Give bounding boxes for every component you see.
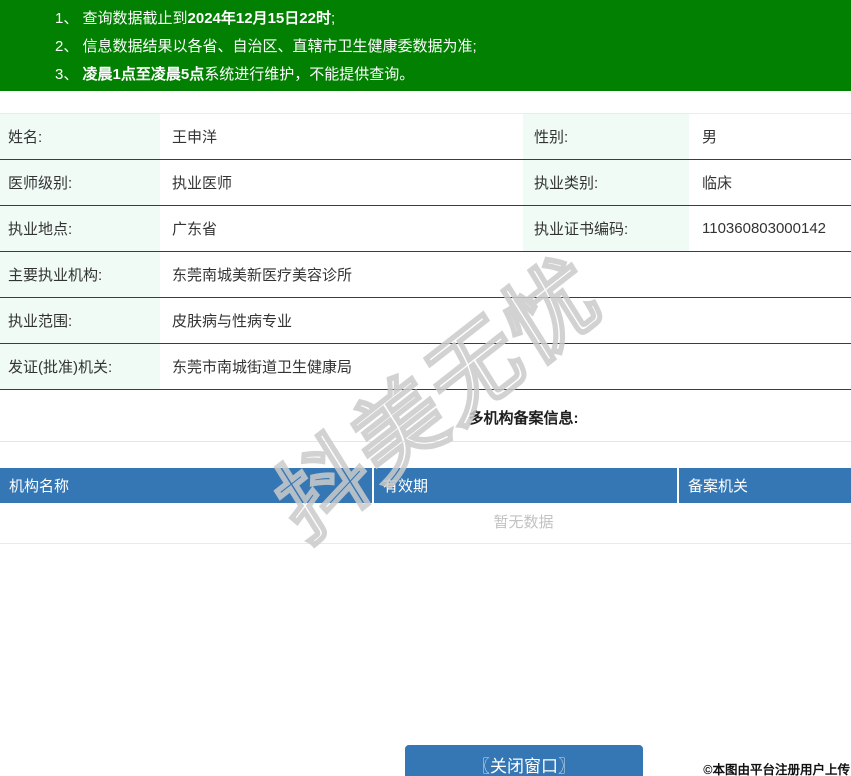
main-institution-label: 主要执业机构: [0,252,160,297]
license-query-result-page: 1、 查询数据截止到2024年12月15日22时; 2、 信息数据结果以各省、自… [0,0,851,776]
notice-2-text: 2、 信息数据结果以各省、自治区、直辖市卫生健康委数据为准; [55,38,477,55]
gender-label: 性别: [523,114,689,159]
issuing-authority-value: 东莞市南城街道卫生健康局 [172,359,353,376]
notice-1-suffix: ; [330,10,336,27]
practice-scope-label: 执业范围: [0,298,160,343]
notice-line-3: 3、 凌晨1点至凌晨5点系统进行维护，不能提供查询。 [55,61,851,89]
name-label: 姓名: [0,114,160,159]
no-data-placeholder: 暂无数据 [493,514,554,531]
column-header-institution-name: 机构名称 [9,478,70,495]
practice-category-value: 临床 [702,175,733,192]
multi-institution-heading: 多机构备案信息: [468,410,579,427]
close-window-button[interactable]: 〖关闭窗口〗 [405,745,643,776]
table-row: 医师级别: 执业医师 执业类别: 临床 [0,160,851,206]
doctor-level-label: 医师级别: [0,160,160,205]
filing-table-header: 机构名称 有效期 备案机关 [0,468,851,503]
table-row: 发证(批准)机关: 东莞市南城街道卫生健康局 [0,344,851,390]
notice-line-1: 1、 查询数据截止到2024年12月15日22时; [55,5,851,33]
notice-line-2: 2、 信息数据结果以各省、自治区、直辖市卫生健康委数据为准; [55,33,851,61]
copyright-stamp: ©本图由平台注册用户上传 [703,763,850,776]
notice-banner: 1、 查询数据截止到2024年12月15日22时; 2、 信息数据结果以各省、自… [0,0,851,91]
doctor-info-table: 姓名: 王申洋 性别: 男 医师级别: 执业医师 执业类别: 临床 执业地点: … [0,113,851,390]
table-row: 主要执业机构: 东莞南城美新医疗美容诊所 [0,252,851,298]
column-header-validity-period: 有效期 [372,468,677,503]
doctor-level-value: 执业医师 [172,175,233,192]
main-institution-value: 东莞南城美新医疗美容诊所 [172,267,353,284]
gender-value: 男 [702,129,718,146]
practice-location-label: 执业地点: [0,206,160,251]
issuing-authority-label: 发证(批准)机关: [0,344,160,389]
name-value: 王申洋 [172,129,218,146]
table-bottom-divider [0,543,851,544]
table-row: 执业范围: 皮肤病与性病专业 [0,298,851,344]
practice-category-label: 执业类别: [523,160,689,205]
practice-location-value: 广东省 [172,221,218,238]
notice-3-bold: 凌晨1点至凌晨5点 [82,66,205,83]
notice-3-text: 3、 [55,66,83,83]
table-row: 执业地点: 广东省 执业证书编码: 110360803000142 [0,206,851,252]
notice-1-bold: 2024年12月15日22时 [187,10,331,27]
practice-scope-value: 皮肤病与性病专业 [172,313,293,330]
certificate-number-label: 执业证书编码: [523,206,689,251]
table-row: 姓名: 王申洋 性别: 男 [0,114,851,160]
notice-1-text: 1、 查询数据截止到 [55,10,188,27]
column-header-filing-authority: 备案机关 [677,468,851,503]
certificate-number-value: 110360803000142 [702,220,827,237]
notice-3-suffix: 系统进行维护，不能提供查询。 [204,66,415,83]
section-divider [0,441,851,442]
